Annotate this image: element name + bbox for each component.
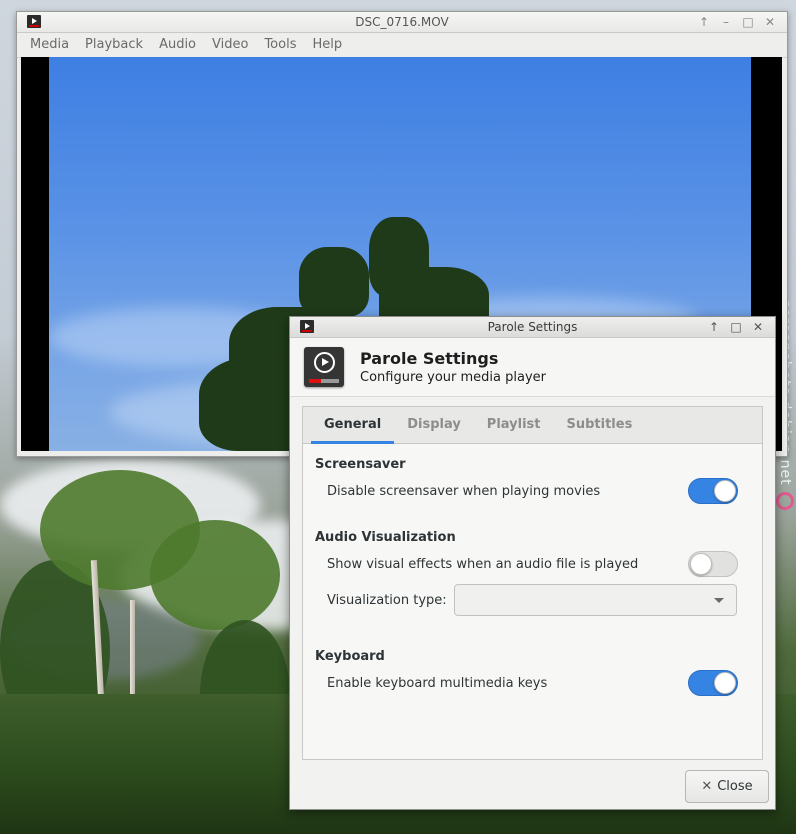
close-button-label: Close: [717, 779, 753, 794]
settings-notebook: General Display Playlist Subtitles Scree…: [302, 406, 763, 760]
tab-display[interactable]: Display: [394, 407, 474, 443]
menu-video[interactable]: Video: [204, 33, 256, 57]
close-window-button[interactable]: ✕: [749, 317, 767, 337]
parole-app-icon[interactable]: [300, 320, 314, 333]
player-window-title: DSC_0716.MOV: [355, 15, 449, 29]
disable-screensaver-switch[interactable]: [688, 478, 738, 504]
dialog-header: Parole Settings Configure your media pla…: [290, 338, 775, 397]
parole-app-icon[interactable]: [27, 15, 41, 28]
close-window-button[interactable]: ✕: [761, 12, 779, 32]
dialog-window-title: Parole Settings: [487, 320, 578, 334]
visual-effects-switch[interactable]: [688, 551, 738, 577]
player-titlebar[interactable]: DSC_0716.MOV ↑ – □ ✕: [17, 12, 787, 33]
menu-bar: Media Playback Audio Video Tools Help: [17, 33, 787, 58]
menu-playback[interactable]: Playback: [77, 33, 151, 57]
tab-subtitles[interactable]: Subtitles: [554, 407, 646, 443]
minimize-button[interactable]: –: [717, 12, 735, 32]
multimedia-keys-switch[interactable]: [688, 670, 738, 696]
maximize-button[interactable]: □: [727, 317, 745, 337]
section-screensaver-title: Screensaver: [315, 457, 406, 472]
section-keyboard-title: Keyboard: [315, 649, 385, 664]
visualization-type-label: Visualization type:: [327, 593, 447, 608]
tab-bar: General Display Playlist Subtitles: [303, 407, 762, 444]
close-x-icon: ✕: [701, 779, 713, 794]
tab-playlist[interactable]: Playlist: [474, 407, 554, 443]
keep-above-button[interactable]: ↑: [705, 317, 723, 337]
settings-dialog: Parole Settings ↑ □ ✕ Parole Settings Co…: [289, 316, 776, 810]
menu-audio[interactable]: Audio: [151, 33, 204, 57]
section-audio-visualization-title: Audio Visualization: [315, 530, 456, 545]
close-button[interactable]: ✕ Close: [685, 770, 769, 803]
keep-above-button[interactable]: ↑: [695, 12, 713, 32]
parole-logo-icon: [304, 347, 344, 387]
menu-help[interactable]: Help: [304, 33, 350, 57]
menu-tools[interactable]: Tools: [256, 33, 304, 57]
visual-effects-label: Show visual effects when an audio file i…: [327, 557, 639, 572]
visualization-type-dropdown[interactable]: [454, 584, 737, 616]
maximize-button[interactable]: □: [739, 12, 757, 32]
disable-screensaver-label: Disable screensaver when playing movies: [327, 484, 601, 499]
dialog-titlebar[interactable]: Parole Settings ↑ □ ✕: [290, 317, 775, 338]
multimedia-keys-label: Enable keyboard multimedia keys: [327, 676, 548, 691]
tab-general[interactable]: General: [311, 407, 395, 444]
dropdown-caret-icon: [714, 598, 724, 603]
dialog-heading: Parole Settings: [360, 349, 499, 368]
menu-media[interactable]: Media: [22, 33, 77, 57]
dialog-subheading: Configure your media player: [360, 370, 546, 385]
